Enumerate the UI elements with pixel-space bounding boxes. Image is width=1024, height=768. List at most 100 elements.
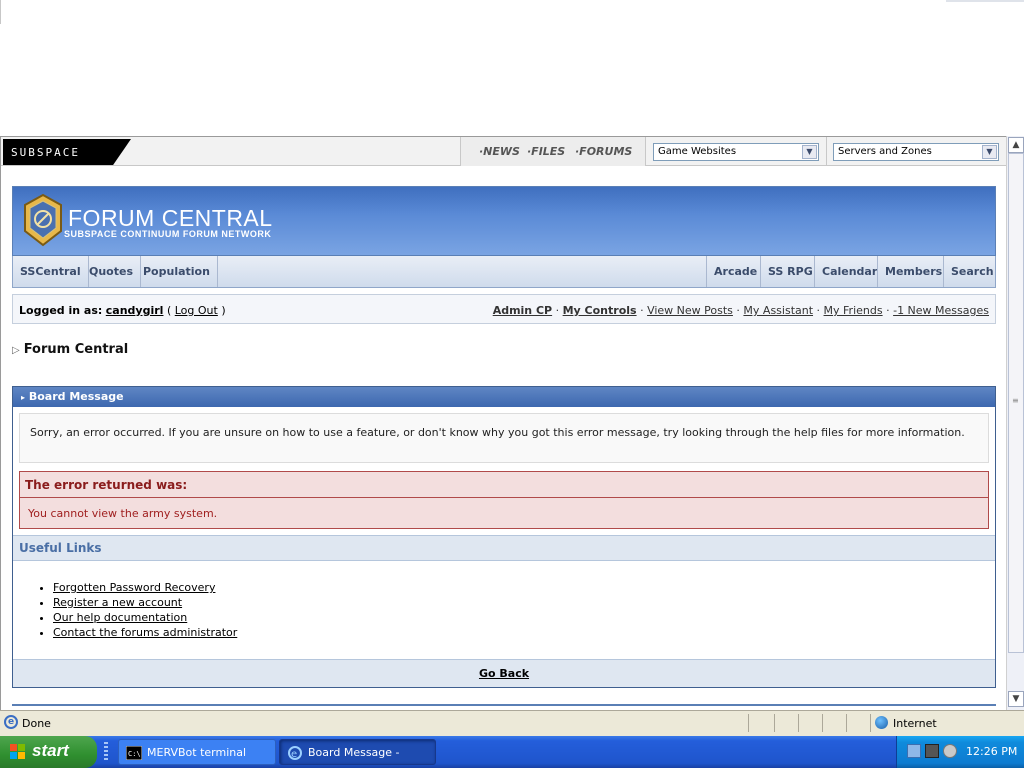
forums-link[interactable]: ·FORUMS	[575, 145, 632, 158]
vertical-scrollbar[interactable]: ▲ ≡ ▼	[1006, 136, 1024, 710]
start-label: start	[32, 741, 69, 760]
svg-text:C:\: C:\	[128, 750, 141, 758]
status-divider	[798, 714, 799, 732]
scroll-down-button[interactable]: ▼	[1008, 691, 1024, 707]
forgotten-password-link[interactable]: Forgotten Password Recovery	[53, 581, 215, 594]
breadcrumb: ▷ Forum Central	[12, 342, 128, 357]
cat-icon[interactable]	[925, 744, 939, 758]
list-item: Forgotten Password Recovery	[53, 581, 237, 595]
windows-flag-icon	[10, 744, 25, 759]
taskbar-item-label: MERVBot terminal	[147, 746, 247, 759]
network-icon[interactable]	[907, 744, 921, 758]
forum-shield-icon[interactable]	[23, 193, 63, 247]
go-back-button[interactable]: Go Back	[13, 659, 995, 687]
admin-cp-link[interactable]: Admin CP	[493, 304, 552, 317]
board-message-box: ▸ Board Message Sorry, an error occurred…	[12, 386, 996, 688]
subspace-links: ·NEWS ·FILES ·FORUMS	[460, 137, 646, 166]
help-documentation-link[interactable]: Our help documentation	[53, 611, 187, 624]
status-text: Done	[22, 717, 51, 730]
nav-population[interactable]: Population	[136, 256, 218, 287]
logout-link[interactable]: Log Out	[175, 304, 218, 317]
nav-sscentral[interactable]: SSCentral	[13, 256, 89, 287]
taskbar: start C:\ MERVBot terminal e Board Messa…	[0, 736, 1024, 768]
status-divider	[774, 714, 775, 732]
logged-in-label: Logged in as:	[19, 304, 103, 317]
forum-header: FORUM CENTRAL SUBSPACE CONTINUUM FORUM N…	[12, 186, 996, 256]
status-divider	[870, 714, 871, 732]
scroll-up-button[interactable]: ▲	[1008, 137, 1024, 153]
list-item: Register a new account	[53, 596, 237, 610]
select-divider	[826, 137, 827, 166]
my-assistant-link[interactable]: My Assistant	[743, 304, 813, 317]
breadcrumb-current[interactable]: Forum Central	[24, 342, 129, 357]
nav-arcade[interactable]: Arcade	[706, 256, 764, 287]
game-websites-value: Game Websites	[658, 146, 737, 157]
nav-calendar[interactable]: Calendar	[814, 256, 884, 287]
username-link[interactable]: candygirl	[106, 304, 164, 317]
taskbar-grip[interactable]	[104, 742, 108, 762]
status-divider	[748, 714, 749, 732]
taskbar-board-message[interactable]: e Board Message - Micr...	[279, 739, 436, 765]
forum-subtitle: SUBSPACE CONTINUUM FORUM NETWORK	[64, 229, 272, 239]
list-item: Our help documentation	[53, 611, 237, 625]
list-item: Contact the forums administrator	[53, 626, 237, 640]
status-divider	[822, 714, 823, 732]
globe-icon	[875, 716, 888, 729]
svg-text:e: e	[291, 749, 297, 760]
internet-explorer-icon: e	[288, 746, 302, 760]
clock[interactable]: 12:26 PM	[966, 745, 1017, 758]
error-box: The error returned was: You cannot view …	[19, 471, 989, 529]
forum-title: FORUM CENTRAL	[68, 205, 273, 231]
forum-navbar: SSCentral Quotes Population Arcade SS RP…	[12, 256, 996, 288]
news-link[interactable]: ·NEWS	[479, 145, 520, 158]
status-divider	[846, 714, 847, 732]
triangle-right-icon: ▷	[12, 345, 20, 356]
useful-links-header: Useful Links	[13, 535, 995, 561]
new-messages-link[interactable]: -1 New Messages	[893, 304, 989, 317]
page-icon: e	[4, 715, 18, 729]
register-account-link[interactable]: Register a new account	[53, 596, 182, 609]
browser-toolbar-area	[0, 0, 1024, 136]
page-bottom-border	[12, 704, 996, 706]
start-button[interactable]: start	[0, 736, 97, 768]
scroll-thumb[interactable]: ≡	[1008, 153, 1024, 653]
board-message-title: Board Message	[28, 390, 124, 403]
nav-members[interactable]: Members	[877, 256, 949, 287]
my-controls-link[interactable]: My Controls	[563, 304, 637, 317]
board-message-header: ▸ Board Message	[13, 387, 995, 407]
subspace-logo[interactable]: SUBSPACE	[3, 139, 131, 165]
toolbar-edge	[946, 0, 1024, 2]
security-zone: Internet	[893, 717, 937, 730]
my-friends-link[interactable]: My Friends	[824, 304, 883, 317]
forum-header-wrap: FORUM CENTRAL SUBSPACE CONTINUUM FORUM N…	[12, 186, 996, 357]
chevron-down-icon[interactable]: ▼	[982, 145, 997, 159]
subspace-logo-text: SUBSPACE	[11, 146, 80, 159]
files-link[interactable]: ·FILES	[527, 145, 565, 158]
useful-links-list: Forgotten Password Recovery Register a n…	[53, 581, 237, 641]
taskbar-mervbot-terminal[interactable]: C:\ MERVBot terminal	[118, 739, 276, 765]
login-status: Logged in as: candygirl ( Log Out )	[19, 304, 226, 317]
nav-search[interactable]: Search	[943, 256, 1001, 287]
paren-close: )	[221, 304, 226, 317]
speaker-icon[interactable]	[943, 744, 957, 758]
nav-ss-rpg[interactable]: SS RPG	[760, 256, 820, 287]
taskbar-item-label: Board Message - Micr...	[308, 746, 400, 759]
user-bar: Logged in as: candygirl ( Log Out ) Admi…	[12, 294, 996, 324]
system-tray: 12:26 PM	[896, 736, 1024, 768]
error-message: You cannot view the army system.	[28, 507, 218, 520]
error-title: The error returned was:	[20, 472, 988, 498]
toolbar-divider	[0, 0, 1, 24]
arrow-right-icon: ▸	[21, 393, 26, 402]
view-new-posts-link[interactable]: View New Posts	[647, 304, 733, 317]
user-controls: Admin CP · My Controls · View New Posts …	[492, 304, 989, 317]
grip-icon: ≡	[1012, 396, 1019, 405]
game-websites-select[interactable]: Game Websites ▼	[653, 143, 819, 161]
servers-zones-select[interactable]: Servers and Zones ▼	[833, 143, 999, 161]
paren-open: (	[166, 304, 172, 317]
nav-quotes[interactable]: Quotes	[82, 256, 142, 287]
chevron-down-icon[interactable]: ▼	[802, 145, 817, 159]
subspace-topbar: SUBSPACE ·NEWS ·FILES ·FORUMS Game Websi…	[1, 136, 1006, 166]
status-bar: e Done Internet	[0, 710, 1024, 736]
contact-admin-link[interactable]: Contact the forums administrator	[53, 626, 237, 639]
board-message-text: Sorry, an error occurred. If you are uns…	[19, 413, 989, 463]
